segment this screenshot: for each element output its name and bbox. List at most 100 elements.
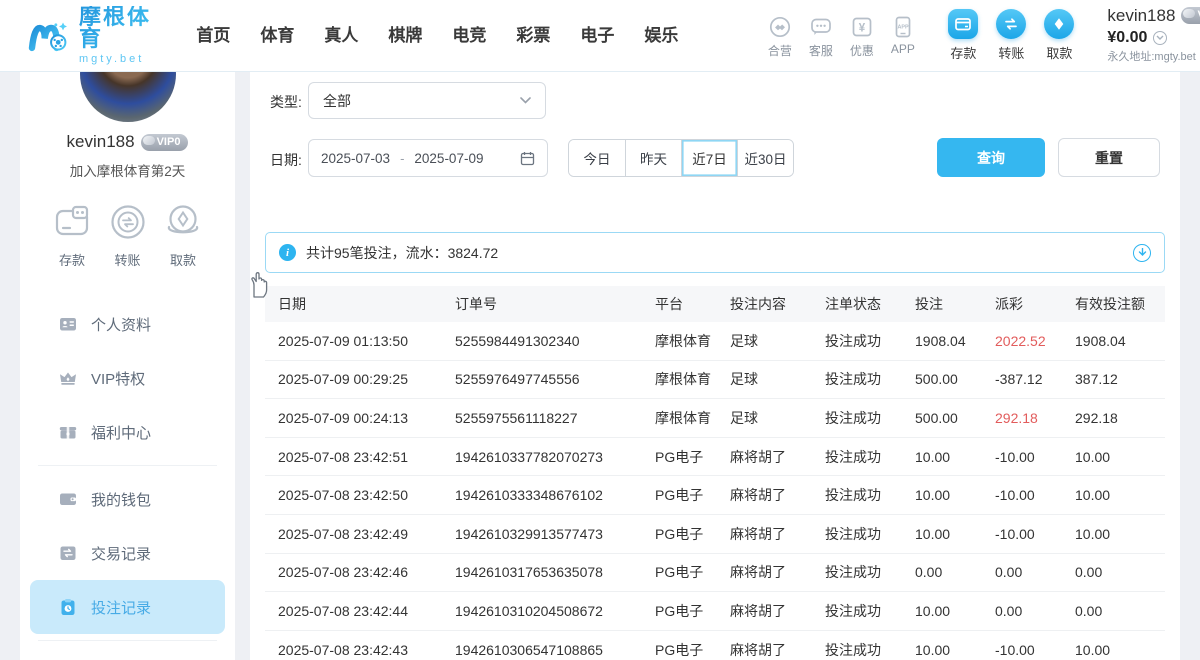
sidebar-quick-deposit[interactable]: 存款 xyxy=(50,200,94,269)
svg-text:APP: APP xyxy=(897,24,908,30)
cell-payout: 0.00 xyxy=(982,603,1062,619)
sidebar-item-prize[interactable]: R兑奖记录 xyxy=(30,647,225,660)
table-header-row: 日期订单号平台投注内容注单状态投注派彩有效投注额 xyxy=(265,286,1165,322)
date-range-input[interactable]: 2025-07-03 - 2025-07-09 xyxy=(308,139,548,177)
cell-bet: 10.00 xyxy=(902,526,982,542)
site-logo[interactable]: 摩根体育 mgty.bet xyxy=(28,6,155,65)
cell-status: 投注成功 xyxy=(812,331,902,351)
table-row: 2025-07-09 01:13:505255984491302340摩根体育足… xyxy=(265,322,1165,361)
nav-item-1[interactable]: 首页 xyxy=(181,0,245,72)
cell-platform: PG电子 xyxy=(642,485,717,505)
query-button[interactable]: 查询 xyxy=(937,138,1045,177)
nav-item-3[interactable]: 真人 xyxy=(309,0,373,72)
svg-text:¥: ¥ xyxy=(859,22,866,34)
column-header: 派彩 xyxy=(982,294,1062,314)
main-content: 类型: 全部 日期: 2025-07-03 - 2025-07-09 今日昨天近… xyxy=(250,72,1180,660)
cell-date: 2025-07-08 23:42:51 xyxy=(265,449,442,465)
sidebar-item-crown[interactable]: VIP特权 xyxy=(30,351,225,405)
nav-item-6[interactable]: 彩票 xyxy=(501,0,565,72)
cell-valid: 387.12 xyxy=(1062,371,1165,387)
cell-platform: 摩根体育 xyxy=(642,408,717,428)
cell-platform: PG电子 xyxy=(642,524,717,544)
cell-content: 麻将胡了 xyxy=(717,601,812,621)
nav-item-2[interactable]: 体育 xyxy=(245,0,309,72)
column-header: 平台 xyxy=(642,294,717,314)
quick-range-group: 今日昨天近7日近30日 xyxy=(568,139,794,177)
table-row: 2025-07-08 23:42:491942610329913577473PG… xyxy=(265,515,1165,554)
cell-content: 麻将胡了 xyxy=(717,485,812,505)
logo-mark-icon xyxy=(28,13,71,59)
cell-status: 投注成功 xyxy=(812,524,902,544)
range-button-今日[interactable]: 今日 xyxy=(569,140,625,176)
cell-payout: 292.18 xyxy=(982,410,1062,426)
sidebar-item-wallet[interactable]: 我的钱包 xyxy=(30,472,225,526)
type-select[interactable]: 全部 xyxy=(308,82,546,119)
quick-link-label: 优惠 xyxy=(850,42,874,59)
range-button-近7日[interactable]: 近7日 xyxy=(681,140,737,176)
wallet-action-transfer[interactable]: 转账 xyxy=(987,9,1035,62)
quick-link-handshake[interactable]: 合营 xyxy=(759,13,800,59)
cell-content: 足球 xyxy=(717,331,812,351)
refresh-balance-icon[interactable] xyxy=(1153,31,1167,45)
cell-bet: 500.00 xyxy=(902,410,982,426)
sidebar: kevin188 VIP0 加入摩根体育第2天 存款转账取款 个人资料VIP特权… xyxy=(20,72,235,660)
cell-content: 麻将胡了 xyxy=(717,562,812,582)
column-header: 投注 xyxy=(902,294,982,314)
sidebar-quick-actions: 存款转账 取款 xyxy=(20,200,235,269)
type-filter-label: 类型: xyxy=(270,92,302,112)
nav-item-7[interactable]: 电子 xyxy=(565,0,629,72)
withdraw-outline-icon xyxy=(161,200,205,244)
wallet-action-withdraw[interactable]: 取款 xyxy=(1035,9,1083,62)
sidebar-item-bet-record[interactable]: 投注记录 xyxy=(30,580,225,634)
menu-divider xyxy=(38,465,217,466)
sidebar-quick-label: 取款 xyxy=(170,250,196,269)
cell-valid: 0.00 xyxy=(1062,564,1165,580)
reset-button[interactable]: 重置 xyxy=(1058,138,1160,177)
range-button-昨天[interactable]: 昨天 xyxy=(625,140,681,176)
cell-date: 2025-07-08 23:42:50 xyxy=(265,487,442,503)
welfare-icon xyxy=(58,422,78,442)
cell-content: 麻将胡了 xyxy=(717,640,812,660)
range-button-近30日[interactable]: 近30日 xyxy=(737,140,793,176)
sidebar-quick-label: 转账 xyxy=(114,250,140,269)
column-header: 注单状态 xyxy=(812,294,902,314)
transfer-icon xyxy=(996,9,1026,39)
table-row: 2025-07-09 00:29:255255976497745556摩根体育足… xyxy=(265,361,1165,400)
quick-link-discount[interactable]: ¥ 优惠 xyxy=(841,13,882,59)
nav-item-5[interactable]: 电竞 xyxy=(437,0,501,72)
cell-valid: 10.00 xyxy=(1062,449,1165,465)
cell-valid: 292.18 xyxy=(1062,410,1165,426)
permanent-url: 永久地址:mgty.bet xyxy=(1107,52,1195,63)
cell-payout: 0.00 xyxy=(982,564,1062,580)
sidebar-item-transaction[interactable]: 交易记录 xyxy=(30,526,225,580)
cell-status: 投注成功 xyxy=(812,640,902,660)
header-wallet-actions: 存款转账取款 xyxy=(939,9,1083,62)
sidebar-item-profile[interactable]: 个人资料 xyxy=(30,297,225,351)
cell-bet: 500.00 xyxy=(902,371,982,387)
cell-payout: -10.00 xyxy=(982,526,1062,542)
balance-amount: ¥0.00 xyxy=(1107,30,1147,46)
nav-item-8[interactable]: 娱乐 xyxy=(629,0,693,72)
cell-content: 麻将胡了 xyxy=(717,524,812,544)
cell-bet: 1908.04 xyxy=(902,333,982,349)
cell-order: 5255976497745556 xyxy=(442,371,642,387)
sidebar-quick-transfer[interactable]: 转账 xyxy=(106,200,150,269)
expand-summary-icon[interactable] xyxy=(1133,244,1151,262)
summary-text: 共计95笔投注，流水：3824.72 xyxy=(306,243,498,263)
wallet-action-label: 取款 xyxy=(1046,43,1072,62)
sidebar-quick-withdraw[interactable]: 取款 xyxy=(161,200,205,269)
cell-valid: 10.00 xyxy=(1062,487,1165,503)
cell-platform: PG电子 xyxy=(642,640,717,660)
sidebar-item-welfare[interactable]: 福利中心 xyxy=(30,405,225,459)
cell-payout: -387.12 xyxy=(982,371,1062,387)
cell-bet: 10.00 xyxy=(902,603,982,619)
quick-link-app[interactable]: APP APP xyxy=(882,13,923,59)
cell-valid: 10.00 xyxy=(1062,642,1165,658)
wallet-action-deposit[interactable]: 存款 xyxy=(939,9,987,62)
cell-date: 2025-07-08 23:42:46 xyxy=(265,564,442,580)
nav-item-4[interactable]: 棋牌 xyxy=(373,0,437,72)
quick-link-label: APP xyxy=(891,42,915,56)
quick-link-customer-service[interactable]: 客服 xyxy=(800,13,841,59)
cell-platform: PG电子 xyxy=(642,447,717,467)
cell-status: 投注成功 xyxy=(812,447,902,467)
